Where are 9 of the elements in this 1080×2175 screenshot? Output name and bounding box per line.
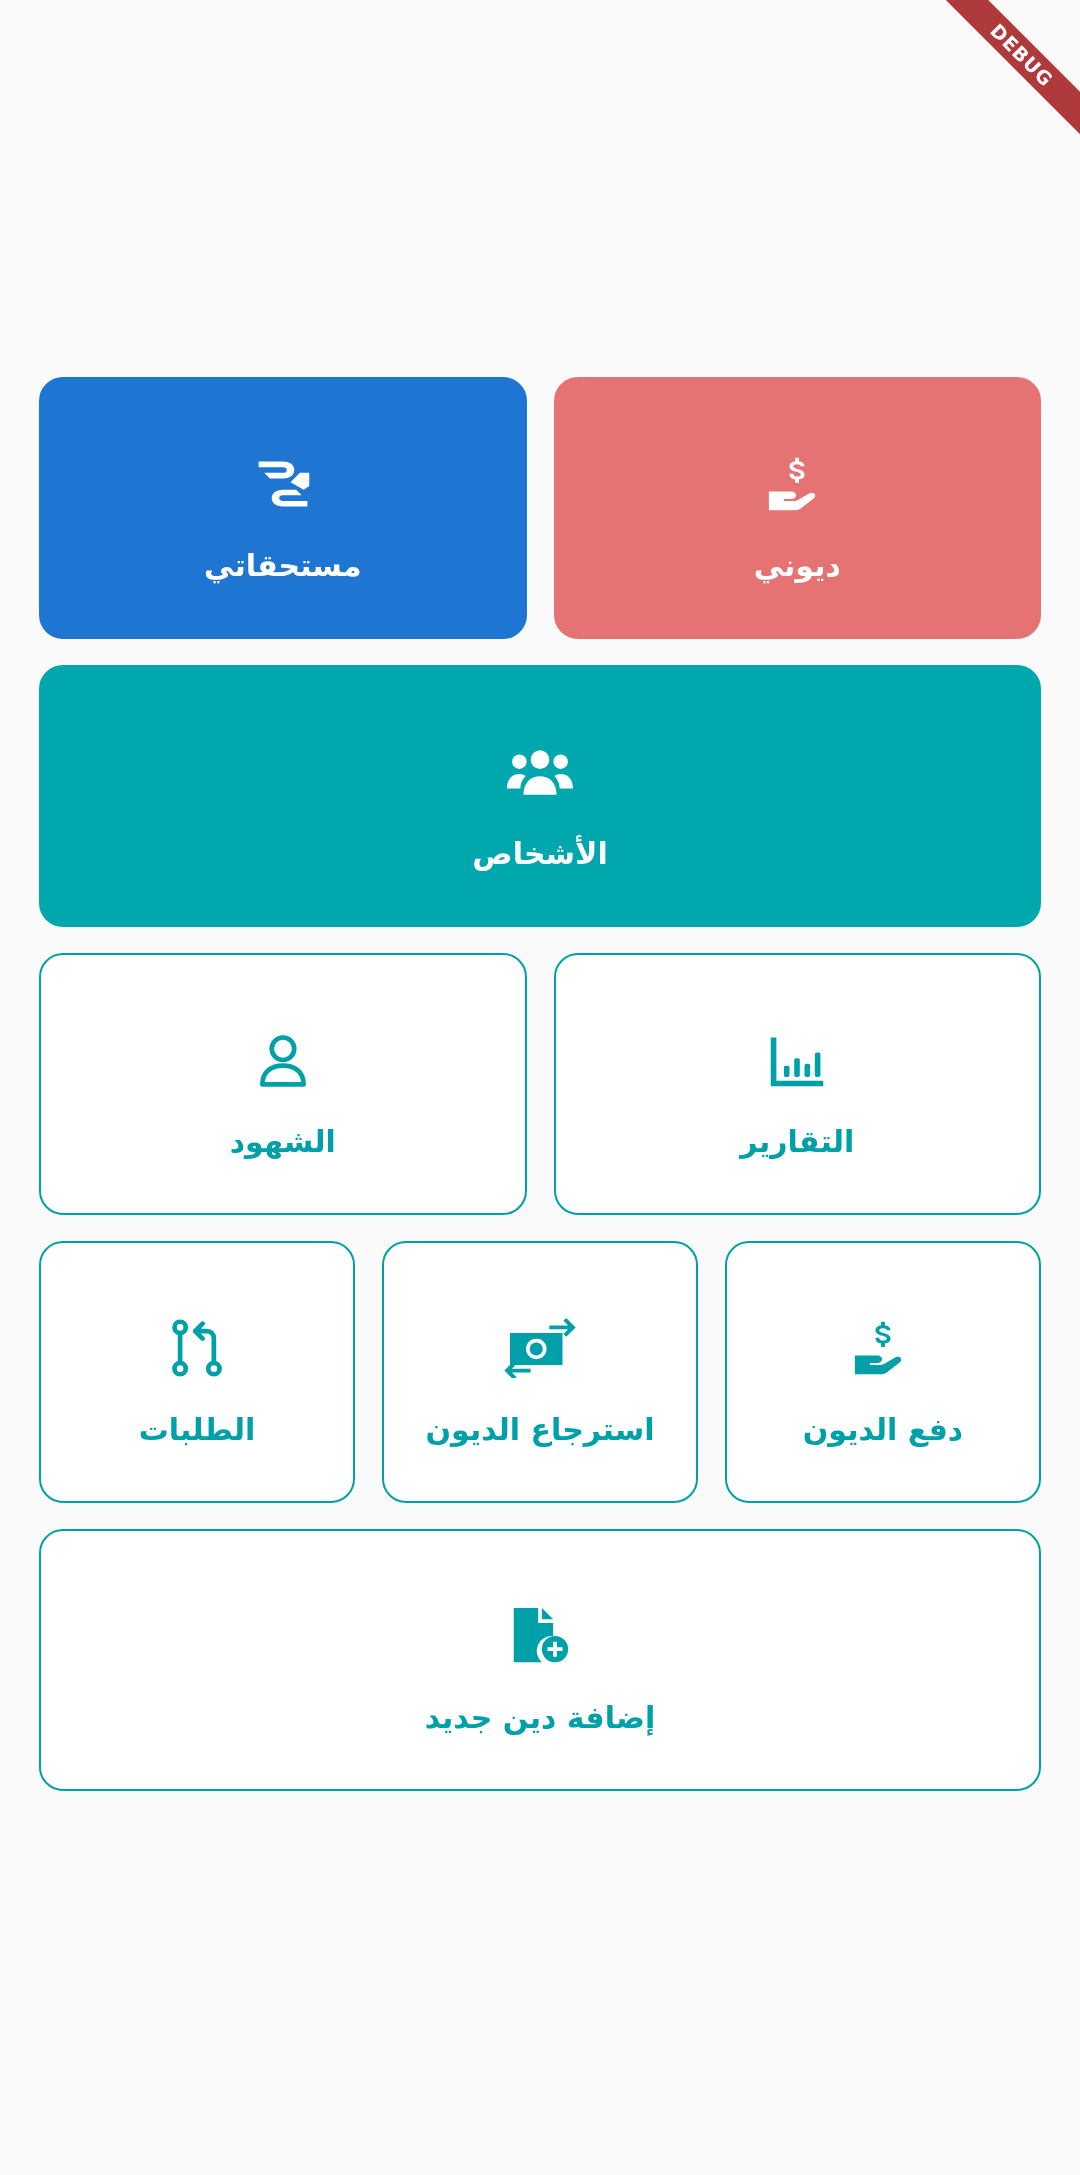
menu-card[interactable]: دفع الديون — [725, 1241, 1041, 1503]
menu-card[interactable]: إضافة دين جديد — [39, 1529, 1041, 1791]
menu-card[interactable]: استرجاع الديون — [382, 1241, 698, 1503]
menu-card[interactable]: الطلبات — [39, 1241, 355, 1503]
menu-card[interactable]: ديوني — [553, 377, 1041, 639]
menu-card[interactable]: الأشخاص — [39, 665, 1041, 927]
menu-card[interactable]: الشهود — [39, 953, 527, 1215]
menu-card[interactable]: التقارير — [553, 953, 1041, 1215]
menu-card[interactable]: مستحقاتي — [39, 377, 527, 639]
